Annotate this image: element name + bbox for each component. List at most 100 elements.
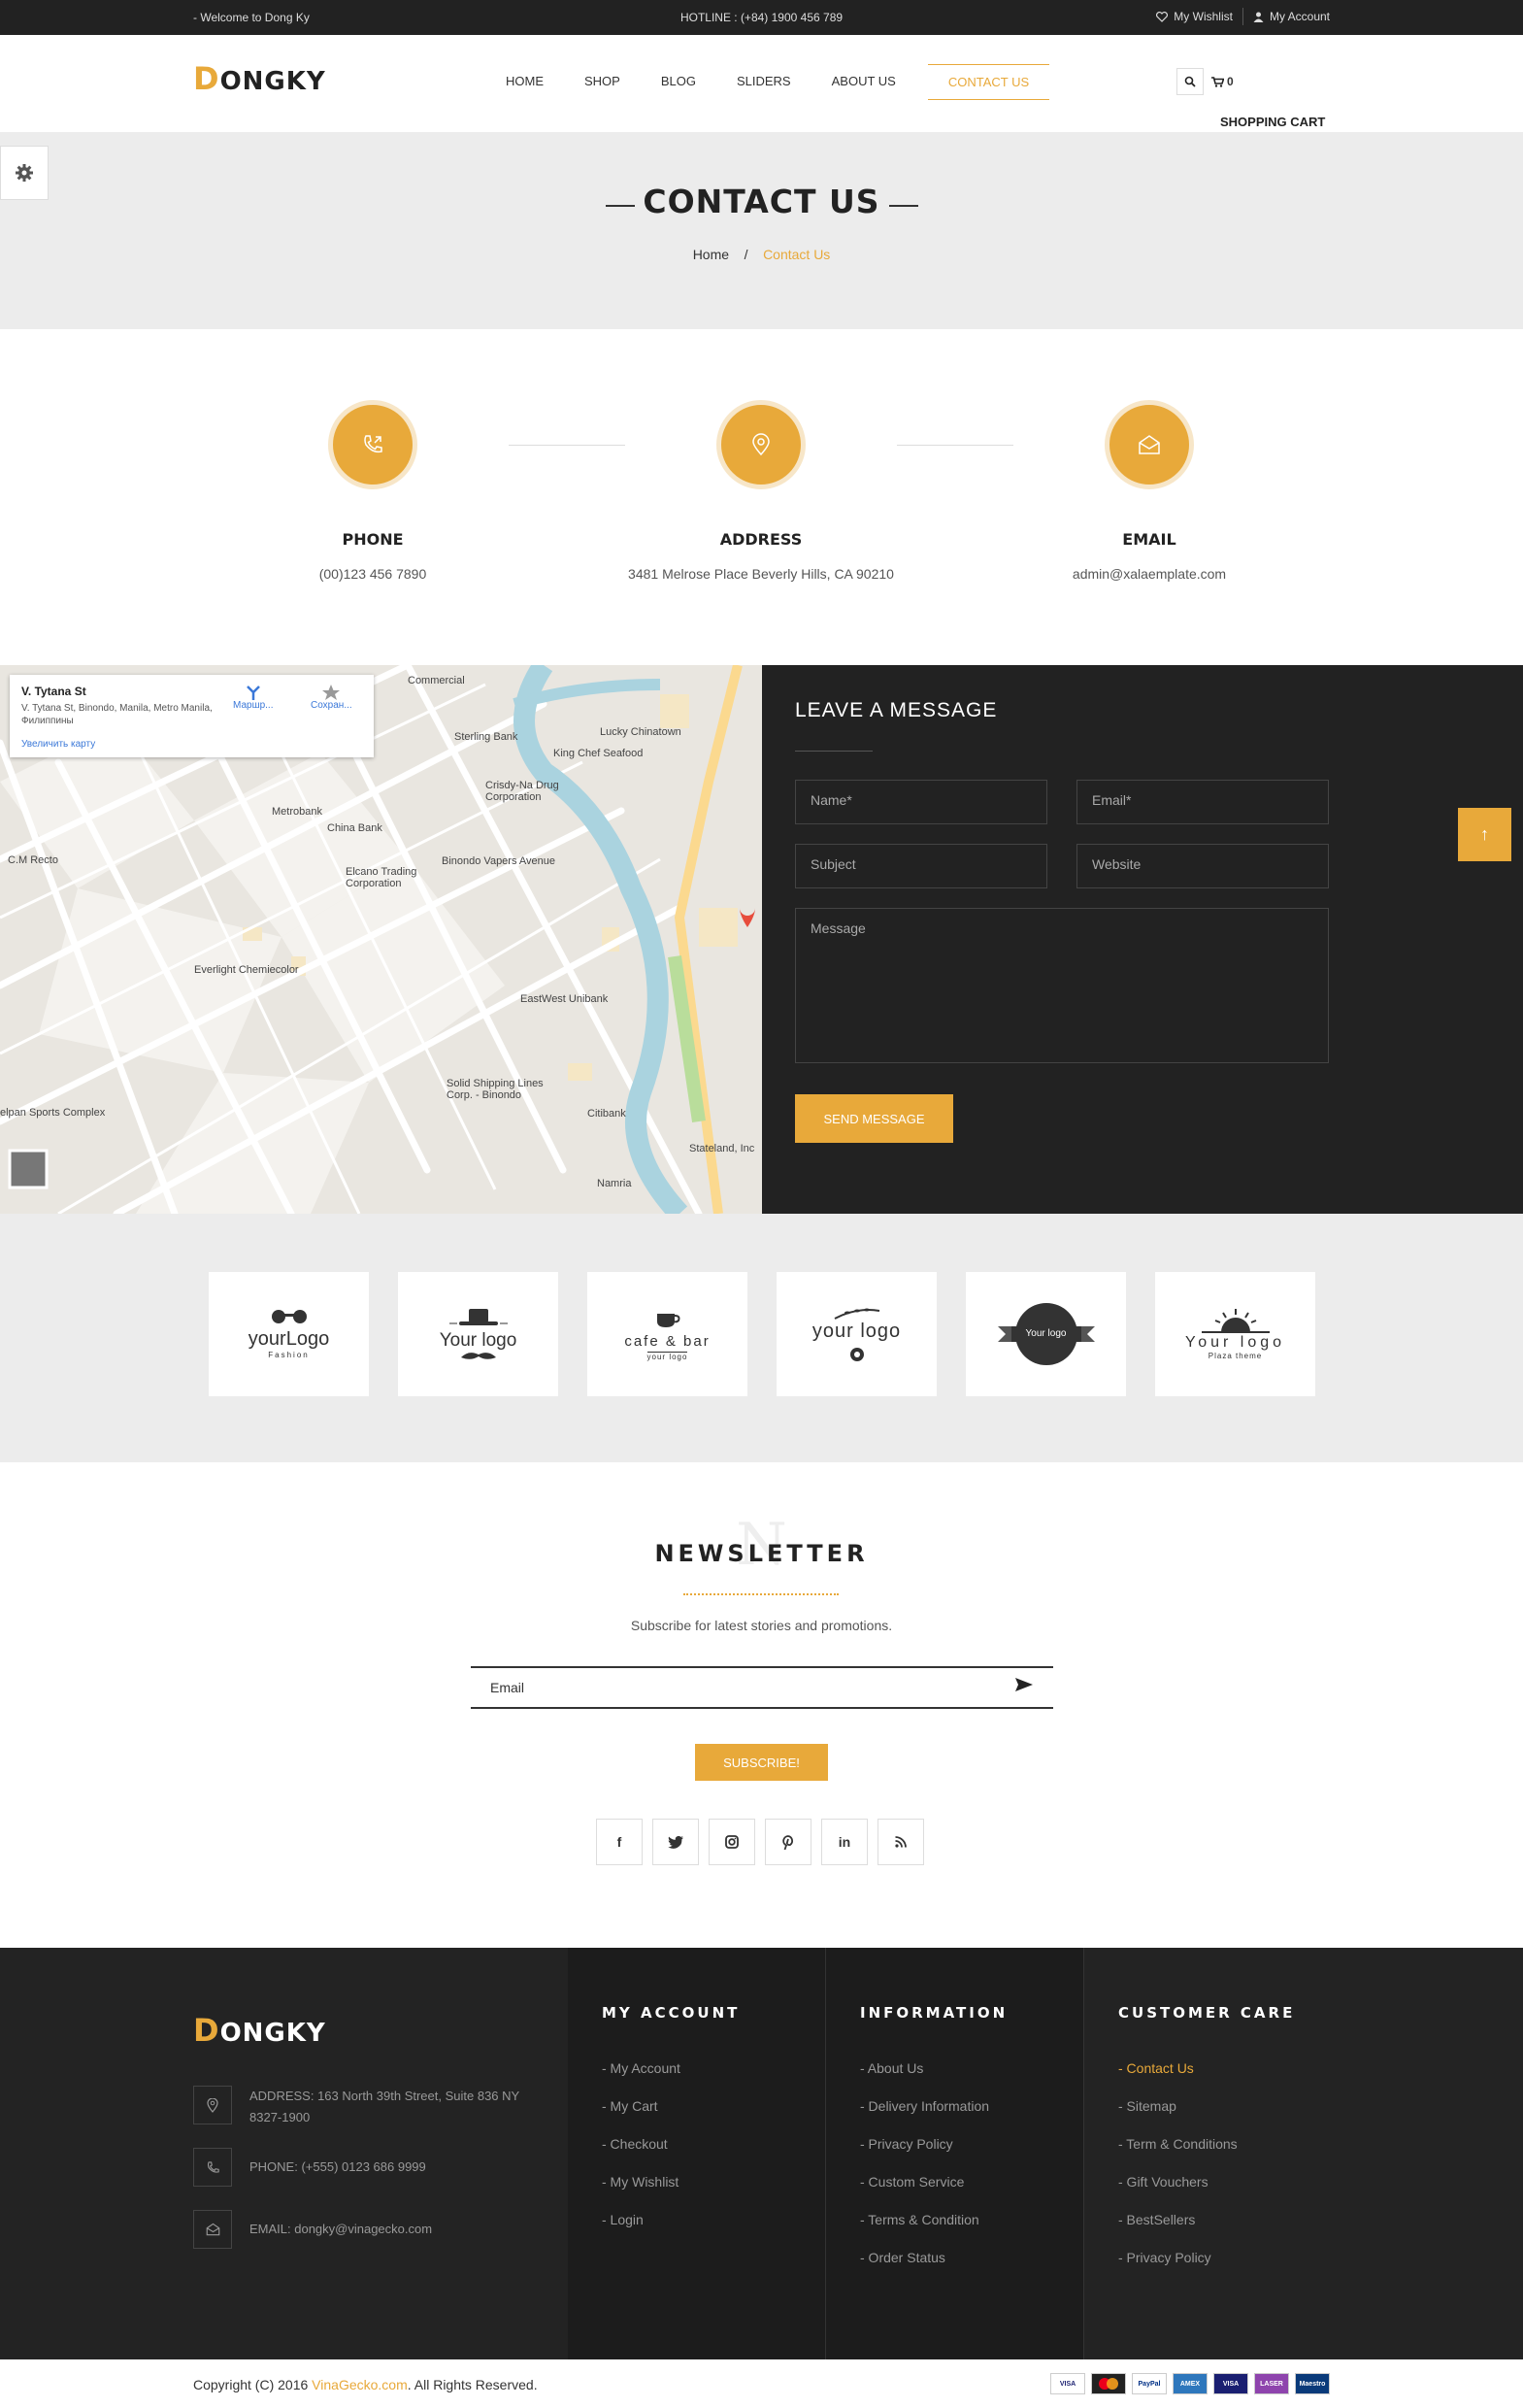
phone-circle <box>328 400 417 489</box>
twitter-button[interactable] <box>652 1819 699 1865</box>
name-field[interactable]: Name* <box>795 780 1047 824</box>
footer-email-text: EMAIL: dongky@vinagecko.com <box>249 2222 433 2236</box>
nav-blog[interactable]: BLOG <box>641 64 716 100</box>
address-circle <box>716 400 806 489</box>
breadcrumb-separator: / <box>744 247 748 262</box>
footer-link[interactable]: - Terms & Condition <box>860 2212 989 2227</box>
settings-toggle[interactable] <box>0 146 49 200</box>
map-label: Lucky Chinatown <box>600 726 681 738</box>
logo-text: ONGKY <box>219 67 326 96</box>
footer-link[interactable]: - Checkout <box>602 2136 680 2152</box>
footer-link[interactable]: - Gift Vouchers <box>1118 2174 1238 2190</box>
visa-electron-icon: VISA <box>1213 2373 1248 2394</box>
main-nav: HOME SHOP BLOG SLIDERS ABOUT US CONTACT … <box>485 64 1050 100</box>
footer-address: ADDRESS: 163 North 39th Street, Suite 83… <box>193 2086 531 2128</box>
email-field[interactable]: Email* <box>1076 780 1329 824</box>
brand-logo[interactable]: cafe & bar your logo <box>587 1272 747 1396</box>
footer-link[interactable]: - My Wishlist <box>602 2174 680 2190</box>
map-label: Namria <box>597 1178 632 1189</box>
footer: DONGKY ADDRESS: 163 North 39th Street, S… <box>0 1948 1523 2359</box>
map-label: Citibank <box>587 1108 626 1120</box>
map-pin-icon <box>193 2086 232 2124</box>
wishlist-link[interactable]: My Wishlist <box>1156 10 1233 23</box>
nav-about-us[interactable]: ABOUT US <box>811 64 916 100</box>
brand-logo[interactable]: Your logo <box>966 1272 1126 1396</box>
footer-link[interactable]: - Login <box>602 2212 680 2227</box>
map-info-card: V. Tytana St V. Tytana St, Binondo, Mani… <box>10 675 374 757</box>
back-to-top-button[interactable]: ↑ <box>1458 808 1511 861</box>
copyright-post: . All Rights Reserved. <box>407 2377 538 2392</box>
pinterest-button[interactable] <box>765 1819 811 1865</box>
footer-link[interactable]: - Contact Us <box>1118 2060 1238 2076</box>
map[interactable]: Commercial Sterling Bank Lucky Chinatown… <box>0 665 762 1214</box>
search-button[interactable] <box>1176 68 1204 95</box>
footer-link[interactable]: - BestSellers <box>1118 2212 1238 2227</box>
map-label: Metrobank <box>272 806 322 818</box>
user-icon <box>1253 12 1264 22</box>
send-message-button[interactable]: SEND MESSAGE <box>795 1094 953 1143</box>
coffee-cup-icon <box>656 1313 679 1327</box>
nav-sliders[interactable]: SLIDERS <box>716 64 811 100</box>
mastercard-icon <box>1091 2373 1126 2394</box>
nav-shop[interactable]: SHOP <box>564 64 641 100</box>
cart-button[interactable]: 0 <box>1211 75 1234 88</box>
website-field[interactable]: Website <box>1076 844 1329 888</box>
newsletter-email-input[interactable]: Email <box>471 1666 1053 1709</box>
newsletter-send-button[interactable] <box>1015 1678 1033 1691</box>
instagram-button[interactable] <box>709 1819 755 1865</box>
badge-icon <box>849 1347 864 1361</box>
directions-icon <box>246 686 260 700</box>
subscribe-button[interactable]: SUBSCRIBE! <box>695 1744 828 1781</box>
footer-link[interactable]: - My Cart <box>602 2098 680 2114</box>
nav-contact-us[interactable]: CONTACT US <box>927 64 1050 100</box>
linkedin-button[interactable]: in <box>821 1819 868 1865</box>
footer-care-title: CUSTOMER CARE <box>1118 2004 1296 2022</box>
breadcrumb-home[interactable]: Home <box>693 247 729 262</box>
shopping-cart-label[interactable]: SHOPPING CART <box>1220 115 1325 129</box>
nav-home[interactable]: HOME <box>485 64 564 100</box>
footer-logo[interactable]: DONGKY <box>193 2012 326 2049</box>
page-title: CONTACT US <box>643 183 880 220</box>
map-zoom-link[interactable]: Увеличить карту <box>21 739 95 750</box>
copyright-text: Copyright (C) 2016 VinaGecko.com. All Ri… <box>193 2377 538 2392</box>
footer-link[interactable]: - Privacy Policy <box>1118 2250 1238 2265</box>
brand-sub: Plaza theme <box>1208 1351 1263 1360</box>
phone-icon <box>193 2148 232 2187</box>
account-link[interactable]: My Account <box>1253 10 1330 23</box>
brand-logo[interactable]: Your logo <box>398 1272 558 1396</box>
map-save-button[interactable]: Сохран... <box>311 685 352 711</box>
footer-link[interactable]: - Term & Conditions <box>1118 2136 1238 2152</box>
facebook-button[interactable]: f <box>596 1819 643 1865</box>
map-label: Sterling Bank <box>454 731 518 743</box>
footer-email: EMAIL: dongky@vinagecko.com <box>193 2210 432 2249</box>
brand-logo[interactable]: Your logo Plaza theme <box>1155 1272 1315 1396</box>
address-value: 3481 Melrose Place Beverly Hills, CA 902… <box>628 566 894 582</box>
breadcrumb: Home / Contact Us <box>0 247 1523 262</box>
map-label: Elcano Trading Corporation <box>346 866 417 889</box>
contact-phone: PHONE (00)123 456 7890 <box>179 400 567 582</box>
map-label: Binondo Vapers Avenue <box>442 855 556 867</box>
brand-logo[interactable]: yourLogo Fashion <box>209 1272 369 1396</box>
footer-link[interactable]: - My Account <box>602 2060 680 2076</box>
subject-field[interactable]: Subject <box>795 844 1047 888</box>
rss-button[interactable] <box>877 1819 924 1865</box>
footer-link[interactable]: - Sitemap <box>1118 2098 1238 2114</box>
footer-link[interactable]: - About Us <box>860 2060 989 2076</box>
message-textarea[interactable]: Message <box>795 908 1329 1063</box>
footer-link[interactable]: - Privacy Policy <box>860 2136 989 2152</box>
payment-methods: VISA PayPal AMEX VISA LASER Maestro <box>1050 2373 1330 2394</box>
map-label: King Chef Seafood <box>553 748 644 759</box>
copyright-bar: Copyright (C) 2016 VinaGecko.com. All Ri… <box>0 2359 1523 2408</box>
logo[interactable]: DONGKY <box>193 60 326 97</box>
footer-link[interactable]: - Order Status <box>860 2250 989 2265</box>
footer-link[interactable]: - Delivery Information <box>860 2098 989 2114</box>
map-label: Solid Shipping Lines Corp. - Binondo <box>447 1078 544 1101</box>
hat-icon <box>448 1309 508 1325</box>
copyright-brand-link[interactable]: VinaGecko.com <box>312 2377 408 2392</box>
brand-logo[interactable]: your logo <box>777 1272 937 1396</box>
sunrise-icon <box>1201 1308 1270 1333</box>
footer-address-text: ADDRESS: 163 North 39th Street, Suite 83… <box>249 2089 519 2124</box>
footer-phone-text: PHONE: (+555) 0123 686 9999 <box>249 2159 426 2174</box>
footer-link[interactable]: - Custom Service <box>860 2174 989 2190</box>
map-route-button[interactable]: Маршр... <box>233 685 273 711</box>
